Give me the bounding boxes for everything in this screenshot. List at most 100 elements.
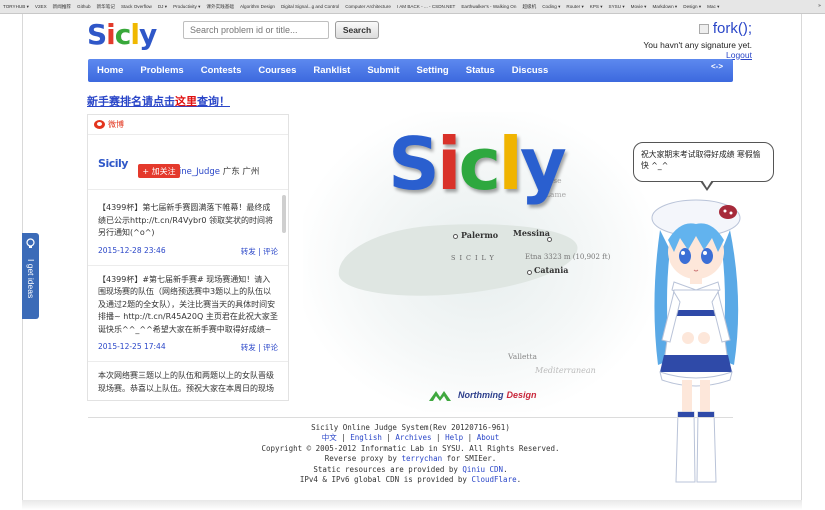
nav-submit[interactable]: Submit — [367, 65, 399, 76]
footer-divider — [88, 417, 733, 418]
bookmark-item[interactable]: Design ▾ — [683, 4, 701, 10]
footer-link-english[interactable]: English — [350, 433, 382, 442]
map-label: Catania — [534, 265, 569, 275]
username-link[interactable]: fork(); — [713, 20, 752, 37]
nav-setting[interactable]: Setting — [417, 65, 449, 76]
footer-link-about[interactable]: About — [477, 433, 500, 442]
bookmark-item[interactable]: Mac ▾ — [707, 4, 719, 10]
comment-link[interactable]: 评论 — [263, 343, 278, 352]
bookmark-item[interactable]: Coding ▾ — [542, 4, 560, 10]
bookmark-item[interactable]: Productivity ▾ — [173, 4, 200, 10]
weibo-profile: Sicily Sicily_Online_Judge 广东 广州 — [88, 135, 288, 190]
nav-width-toggle[interactable]: <-> — [711, 62, 723, 71]
nav-courses[interactable]: Courses — [258, 65, 296, 76]
bubble-tail-inner — [702, 180, 712, 188]
user-signature: You havn't any signature yet. — [643, 39, 752, 50]
nav-status[interactable]: Status — [466, 65, 495, 76]
logo-letter: i — [106, 18, 116, 51]
logo-letter: c — [114, 18, 132, 51]
feedback-tab[interactable]: I get ideas — [22, 233, 39, 319]
bookmark-item[interactable]: DJ ▾ — [158, 4, 167, 10]
site-logo[interactable]: Sicly — [87, 18, 157, 51]
nav-ranklist[interactable]: Ranklist — [313, 65, 350, 76]
weibo-icon — [94, 120, 105, 129]
weibo-post-time[interactable]: 2015-12-25 17:44 — [98, 342, 166, 353]
weibo-post-text: 本次网络赛三题以上的队伍和两题以上的女队晋级现场赛。恭喜以上队伍。预祝大家在本周… — [98, 371, 274, 393]
bookmark-item[interactable]: I AM BACK - ... - CSDN.NET — [397, 4, 455, 9]
footer-static: Static resources are provided by Qiniu C… — [88, 465, 733, 475]
logo-letter: l — [498, 122, 523, 206]
bookmark-item[interactable]: Computer Architecture — [345, 4, 391, 9]
user-name-row: fork(); — [698, 20, 752, 37]
bookmarks-more-button[interactable]: » — [818, 3, 821, 9]
weibo-avatar[interactable]: Sicily — [96, 147, 130, 181]
bookmark-item[interactable]: KPS ▾ — [590, 4, 603, 10]
repost-link[interactable]: 转发 — [241, 343, 256, 352]
weibo-location: 广东 广州 — [222, 167, 260, 177]
weibo-title[interactable]: 微博 — [108, 119, 124, 130]
northming-logo-icon — [429, 391, 451, 401]
main-nav: Home Problems Contests Courses Ranklist … — [88, 59, 733, 82]
map-label: Palermo — [461, 230, 499, 240]
sicily-map-illustration: Cose Lame Sicly Palermo Messina SICILY E… — [303, 112, 653, 412]
weibo-post-text: 【4399杯】第七届新手赛圆满落下帷幕！最终成绩已公示http://t.cn/R… — [98, 203, 273, 237]
bookmark-item[interactable]: V2EX — [35, 4, 47, 9]
bookmark-item[interactable]: Algorithm Design — [240, 4, 275, 9]
bookmark-item[interactable]: Movie ▾ — [631, 4, 647, 10]
comment-link[interactable]: 评论 — [263, 247, 278, 256]
bookmark-item[interactable]: 课外实践基础 — [206, 4, 234, 10]
ranklist-announcement-link[interactable]: 新手赛排名请点击这里查询！ — [87, 93, 230, 109]
repost-link[interactable]: 转发 — [241, 247, 256, 256]
footer-text: . — [503, 464, 508, 474]
user-box: fork(); You havn't any signature yet. Lo… — [643, 20, 752, 60]
feedback-label: I get ideas — [26, 259, 36, 299]
bookmark-item[interactable]: Digital Signal...g and Control — [281, 4, 339, 9]
weibo-post-actions: 转发 | 评论 — [240, 343, 278, 352]
footer-version: Sicily Online Judge System(Rev 20120716-… — [311, 423, 510, 432]
nav-problems[interactable]: Problems — [140, 65, 183, 76]
bookmark-item[interactable]: 超级机 — [522, 4, 536, 10]
credit-name: Northming — [458, 390, 504, 400]
footer-link-chinese[interactable]: 中文 — [322, 433, 337, 442]
logo-letter: y — [139, 18, 157, 51]
weibo-header: 微博 — [88, 115, 288, 135]
bookmark-item[interactable]: Earthwalker's - Walking On — [461, 4, 516, 9]
weibo-post-time[interactable]: 2015-12-28 23:46 — [98, 246, 166, 257]
map-label: Mediterranean — [535, 366, 596, 375]
bookmark-item[interactable]: Github — [77, 4, 91, 9]
bookmark-item[interactable]: Router ▾ — [566, 4, 583, 10]
map-label: Messina — [513, 228, 550, 238]
bookmark-item[interactable]: 新闻推荐 — [53, 4, 71, 10]
nav-discuss[interactable]: Discuss — [512, 65, 548, 76]
page-bottom-shadow — [22, 500, 802, 510]
announcement-text: 查询！ — [197, 95, 230, 108]
footer-links: 中文 | English | Archives | Help | About — [321, 433, 500, 443]
footer-link-archives[interactable]: Archives — [395, 433, 431, 442]
weibo-widget: 微博 Sicily Sicily_Online_Judge 广东 广州 + 加关… — [87, 114, 289, 401]
search-input[interactable] — [183, 21, 329, 39]
footer-qiniu-link[interactable]: Qiniu CDN — [462, 465, 503, 474]
footer-link-help[interactable]: Help — [445, 433, 463, 442]
weibo-feed[interactable]: 【4399杯】第七届新手赛圆满落下帷幕！最终成绩已公示http://t.cn/R… — [88, 194, 288, 395]
bookmarks-bar: TORYHUB ▾ V2EX 新闻推荐 Github 新华笔记 Stack Ov… — [0, 0, 825, 14]
lightbulb-icon — [26, 238, 35, 248]
search-button[interactable]: Search — [335, 21, 379, 39]
weibo-post-text: 【4399杯】#第七届新手赛# 现场赛通知！请入围现场赛的队伍（网络预选赛中3题… — [98, 274, 278, 334]
nav-home[interactable]: Home — [97, 65, 123, 76]
bookmark-item[interactable]: TORYHUB ▾ — [3, 4, 29, 10]
footer-proxy-link[interactable]: terrychan — [401, 454, 442, 463]
footer-text: Static resources are provided by — [313, 464, 463, 474]
design-credit: Northming Design — [428, 388, 537, 402]
bookmark-item[interactable]: Markdown ▾ — [652, 4, 677, 10]
nav-contests[interactable]: Contests — [201, 65, 242, 76]
follow-button[interactable]: + 加关注 — [138, 164, 180, 178]
footer-cloudflare-link[interactable]: CloudFlare — [471, 475, 516, 484]
weibo-avatar-text: Sicily — [98, 157, 128, 170]
map-city-dot — [547, 237, 552, 242]
weibo-scrollbar[interactable] — [282, 195, 286, 233]
avatar[interactable] — [698, 23, 709, 34]
logout-link[interactable]: Logout — [643, 50, 752, 60]
bookmark-item[interactable]: 新华笔记 — [97, 4, 115, 10]
bookmark-item[interactable]: Stack Overflow — [121, 4, 152, 9]
bookmark-item[interactable]: SYSU ▾ — [609, 4, 625, 10]
